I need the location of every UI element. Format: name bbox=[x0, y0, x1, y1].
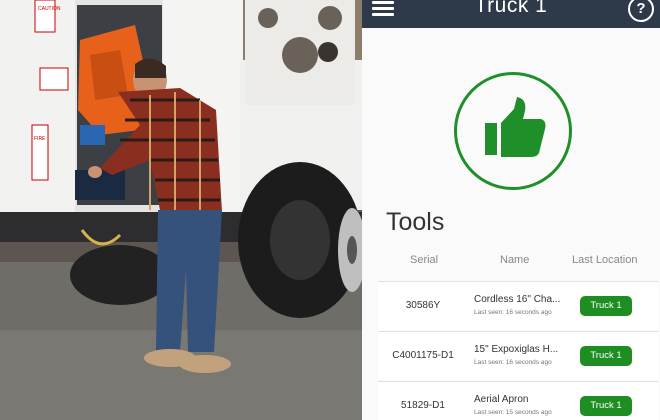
last-seen-text: Last seen: 15 seconds ago bbox=[474, 409, 552, 416]
caution-label: CAUTION bbox=[38, 6, 61, 12]
truck-detail: Tools Serial Name Last Location 30586Y C… bbox=[362, 28, 660, 420]
tools-heading: Tools bbox=[386, 208, 445, 236]
mobile-app-screen: Truck 1 ? Tools Serial Name Last Locatio… bbox=[362, 0, 660, 420]
serial-cell: 30586Y bbox=[405, 300, 441, 311]
last-seen-text: Last seen: 16 seconds ago bbox=[474, 309, 552, 316]
page-title: Truck 1 bbox=[474, 0, 548, 17]
table-row[interactable]: 30586Y Cordless 16" Cha... Last seen: 16… bbox=[378, 281, 658, 330]
location-badge[interactable]: Truck 1 bbox=[580, 296, 632, 316]
truck-scene-illustration: CAUTION FIRE bbox=[0, 0, 362, 420]
truck-photo: CAUTION FIRE bbox=[0, 0, 362, 420]
location-badge[interactable]: Truck 1 bbox=[580, 346, 632, 366]
location-badge[interactable]: Truck 1 bbox=[580, 396, 632, 416]
last-seen-text: Last seen: 16 seconds ago bbox=[474, 359, 552, 366]
column-header-name: Name bbox=[500, 254, 530, 266]
table-row[interactable]: 51829-D1 Aerial Apron Last seen: 15 seco… bbox=[378, 381, 658, 420]
app-bar: Truck 1 ? bbox=[362, 0, 660, 28]
status-indicator bbox=[454, 72, 572, 190]
serial-cell: 51829-D1 bbox=[401, 400, 445, 411]
table-row[interactable]: C4001175-D1 15" Expoxiglas H... Last see… bbox=[378, 331, 658, 380]
serial-cell: C4001175-D1 bbox=[392, 350, 454, 361]
fire-label: FIRE bbox=[34, 136, 46, 142]
tools-table-header: Serial Name Last Location bbox=[362, 252, 660, 272]
column-header-serial: Serial bbox=[410, 254, 439, 266]
name-cell: 15" Expoxiglas H... bbox=[474, 344, 559, 355]
column-header-last-location: Last Location bbox=[572, 254, 638, 266]
name-cell: Cordless 16" Cha... bbox=[474, 294, 561, 305]
help-icon[interactable]: ? bbox=[628, 0, 654, 22]
thumbs-up-icon bbox=[485, 97, 546, 157]
name-cell: Aerial Apron bbox=[474, 394, 529, 405]
